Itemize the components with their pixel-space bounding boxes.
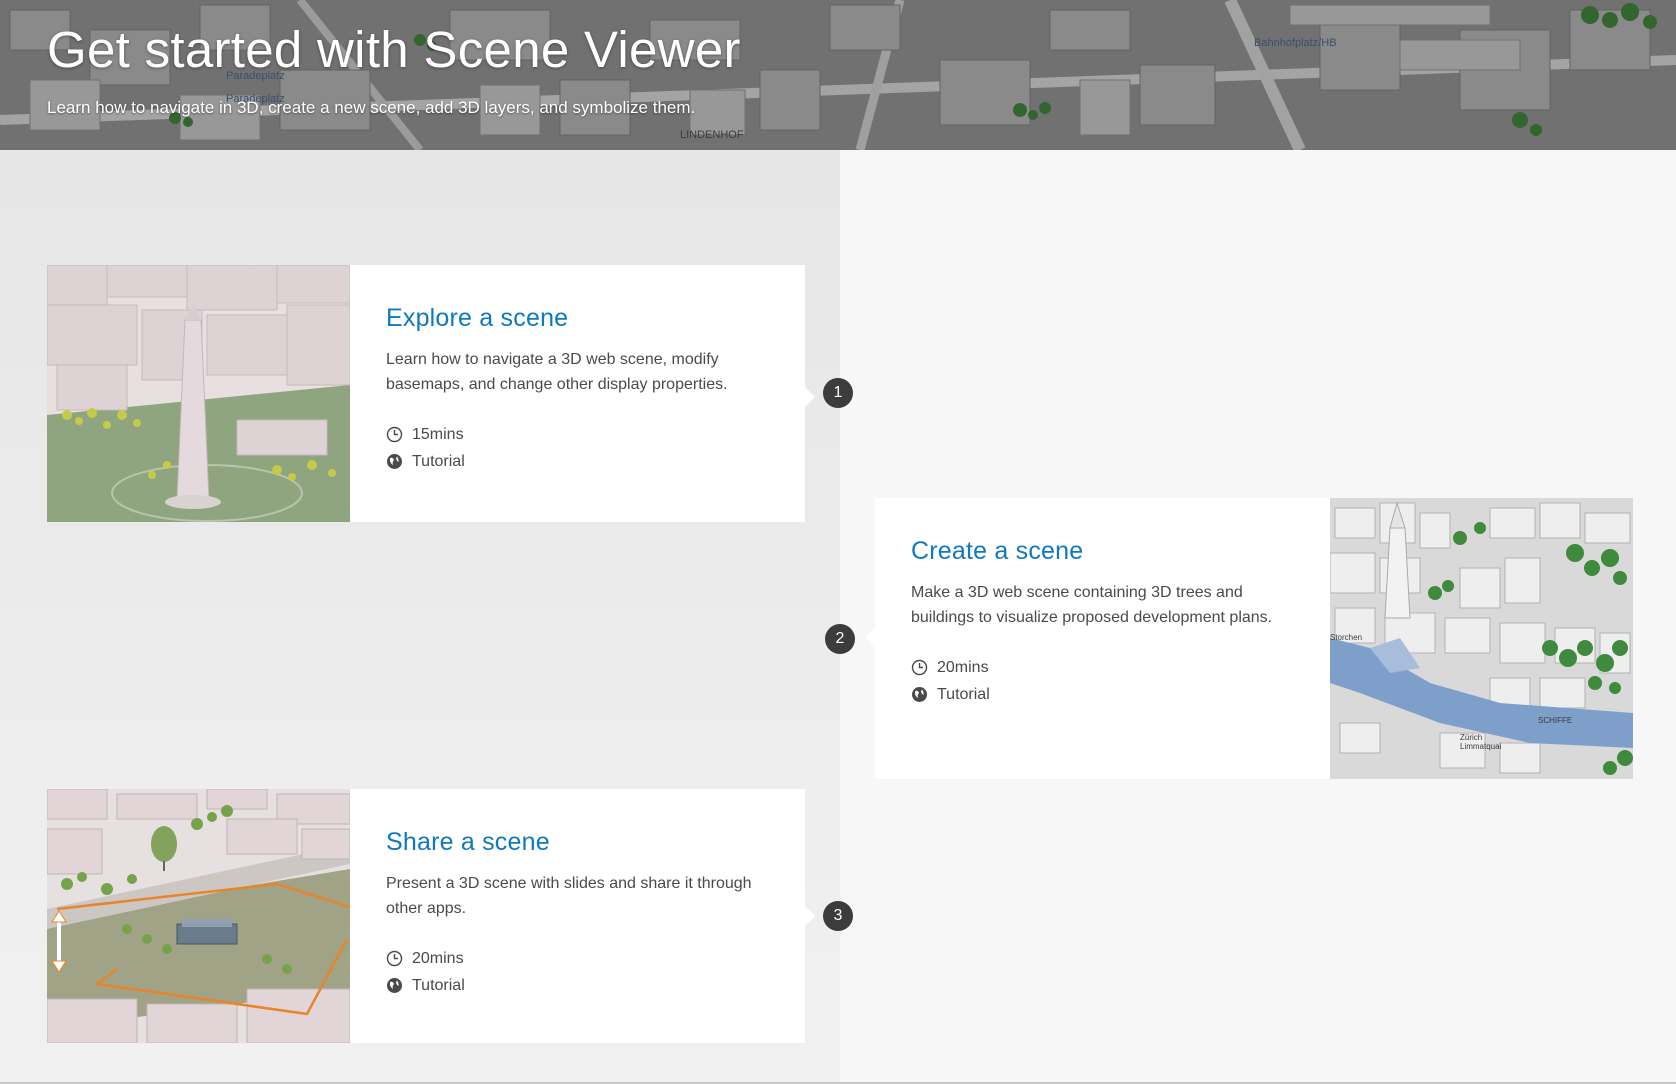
type-row: Tutorial bbox=[386, 448, 769, 475]
card-thumbnail bbox=[47, 789, 350, 1043]
page-subtitle: Learn how to navigate in 3D, create a ne… bbox=[47, 98, 696, 117]
step-marker-3: 3 bbox=[823, 901, 853, 931]
globe-icon bbox=[387, 454, 402, 469]
duration-row: 20mins bbox=[386, 945, 769, 972]
card-title-link[interactable]: Create a scene bbox=[911, 537, 1294, 566]
card-description: Present a 3D scene with slides and share… bbox=[386, 875, 752, 917]
card-meta: 20mins Tutorial bbox=[911, 654, 1294, 708]
card-title-link[interactable]: Explore a scene bbox=[386, 304, 769, 333]
card-pointer bbox=[865, 627, 875, 647]
card-content: Create a scene Make a 3D web scene conta… bbox=[875, 498, 1330, 779]
map-label: LINDENHOF bbox=[680, 129, 744, 141]
clock-icon bbox=[386, 426, 403, 443]
duration-row: 15mins bbox=[386, 421, 769, 448]
tutorial-card-create-a-scene[interactable]: Create a scene Make a 3D web scene conta… bbox=[865, 498, 1633, 779]
tutorial-card-explore-a-scene[interactable]: Explore a scene Learn how to navigate a … bbox=[47, 265, 815, 522]
map-label: Bahnhofplatz/HB bbox=[1254, 37, 1337, 49]
duration-row: 20mins bbox=[911, 654, 1294, 681]
card-thumbnail bbox=[47, 265, 350, 522]
city-development-thumbnail-image bbox=[47, 789, 350, 1043]
card-thumbnail: Storchen SCHIFFE Zürich Limmatquai bbox=[1330, 498, 1633, 779]
duration-text: 20mins bbox=[412, 949, 464, 967]
duration-text: 15mins bbox=[412, 425, 464, 443]
city-obelisk-thumbnail-image bbox=[47, 265, 350, 522]
type-row: Tutorial bbox=[386, 972, 769, 999]
clock-icon bbox=[911, 659, 928, 676]
map-label: Zürich Limmatquai bbox=[1460, 733, 1502, 751]
page-title: Get started with Scene Viewer bbox=[47, 21, 741, 78]
card-content: Explore a scene Learn how to navigate a … bbox=[350, 265, 805, 522]
step-marker-2: 2 bbox=[825, 624, 855, 654]
globe-icon bbox=[387, 978, 402, 993]
tutorial-card-share-a-scene[interactable]: Share a scene Present a 3D scene with sl… bbox=[47, 789, 815, 1043]
card-content: Share a scene Present a 3D scene with sl… bbox=[350, 789, 805, 1043]
hero-banner: Paradeplatz Paradeplatz LINDENHOF Bahnho… bbox=[0, 0, 1676, 150]
card-description: Learn how to navigate a 3D web scene, mo… bbox=[386, 351, 728, 393]
card-pointer bbox=[805, 387, 815, 407]
card-meta: 15mins Tutorial bbox=[386, 421, 769, 475]
type-row: Tutorial bbox=[911, 681, 1294, 708]
card-meta: 20mins Tutorial bbox=[386, 945, 769, 999]
card-pointer bbox=[805, 906, 815, 926]
step-marker-1: 1 bbox=[823, 378, 853, 408]
clock-icon bbox=[386, 950, 403, 967]
type-text: Tutorial bbox=[937, 685, 990, 703]
duration-text: 20mins bbox=[937, 658, 989, 676]
type-text: Tutorial bbox=[412, 976, 465, 994]
type-text: Tutorial bbox=[412, 452, 465, 470]
map-label: Storchen bbox=[1330, 633, 1363, 642]
map-label: SCHIFFE bbox=[1538, 716, 1573, 725]
card-description: Make a 3D web scene containing 3D trees … bbox=[911, 584, 1273, 626]
globe-icon bbox=[912, 687, 927, 702]
card-title-link[interactable]: Share a scene bbox=[386, 828, 769, 857]
